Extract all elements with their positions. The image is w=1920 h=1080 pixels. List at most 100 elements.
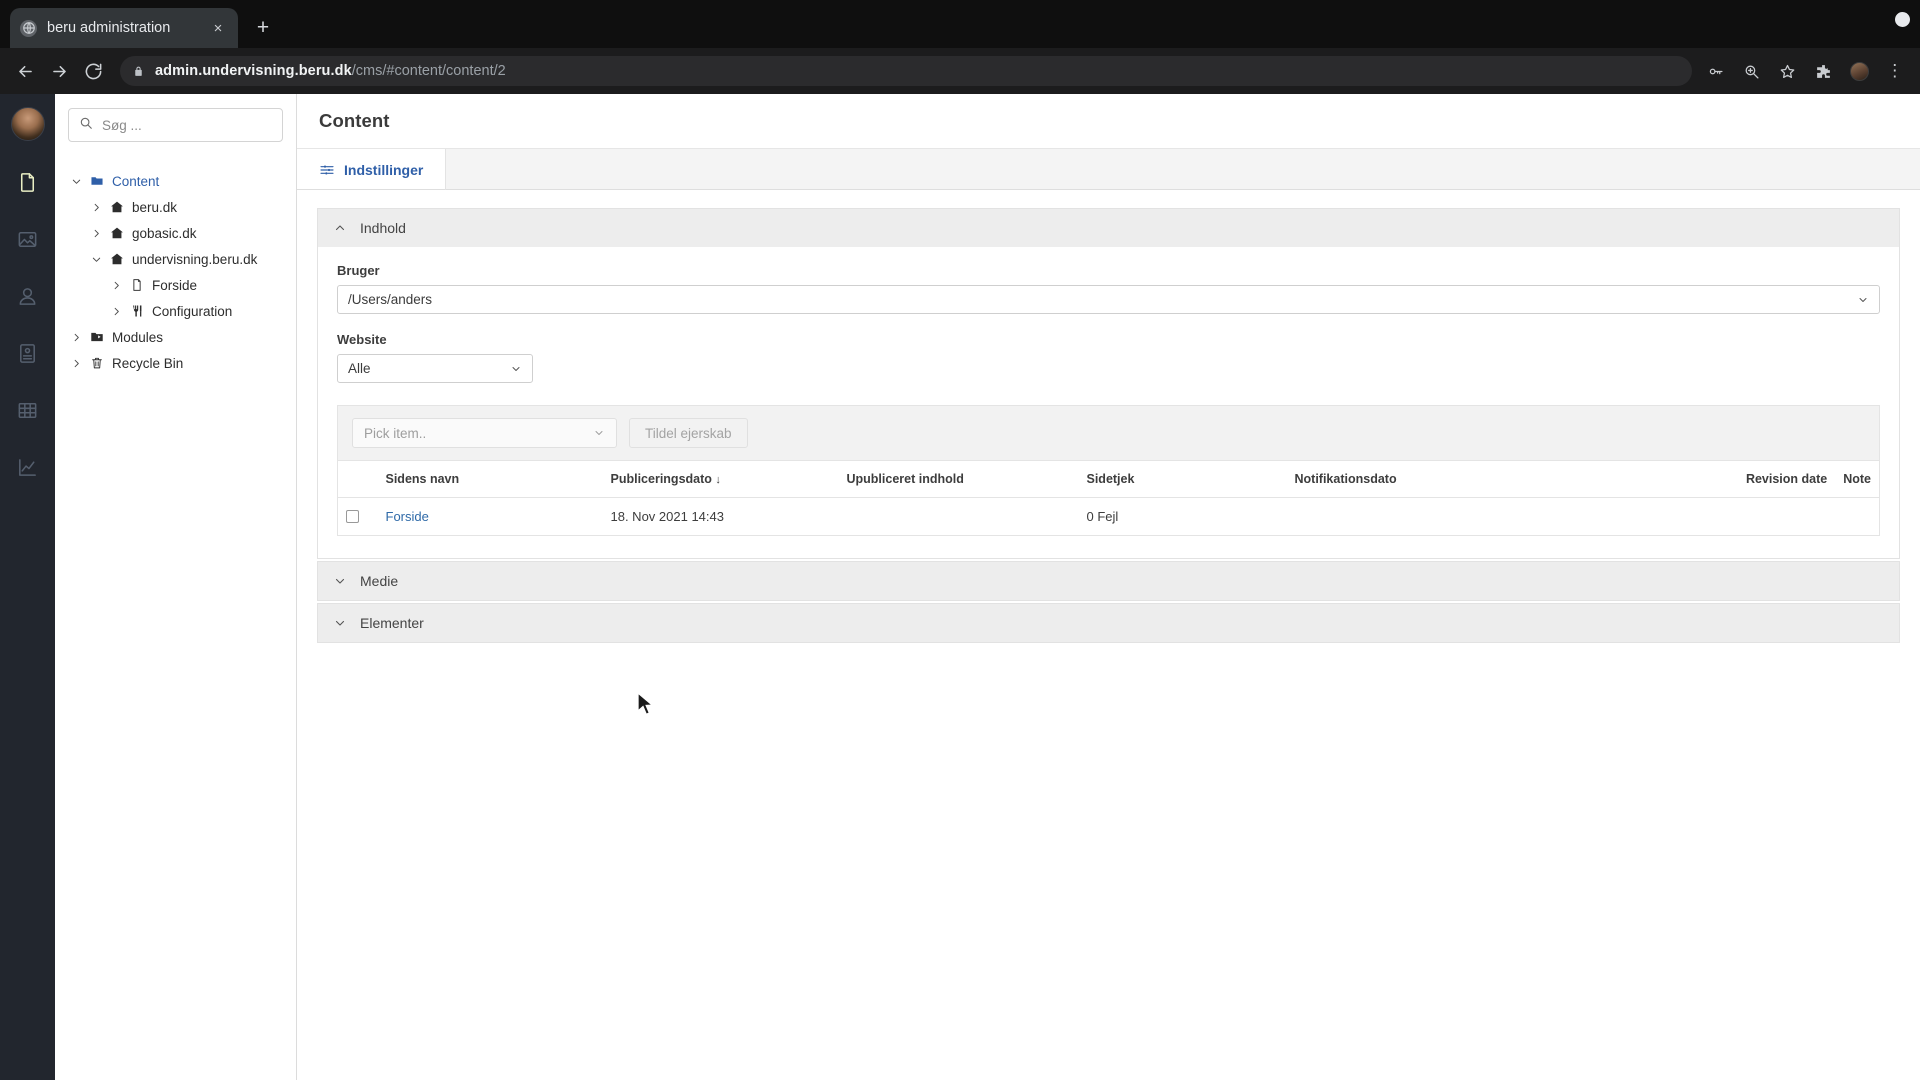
chevron-down-icon <box>593 427 605 439</box>
tab-indstillinger[interactable]: Indstillinger <box>297 149 447 190</box>
th-sidetjek[interactable]: Sidetjek <box>1078 461 1287 498</box>
lock-icon <box>132 65 145 78</box>
tree-item-label: gobasic.dk <box>132 225 197 241</box>
bruger-select[interactable]: /Users/anders <box>337 285 1880 314</box>
tree-item-gobasic-dk[interactable]: gobasic.dk <box>55 220 296 246</box>
tree-item-recycle-bin[interactable]: Recycle Bin <box>55 350 296 376</box>
main-area: Content Indstillinger Indhold Bruger /Us… <box>297 94 1920 1080</box>
page-title: Content <box>319 110 390 131</box>
rail-item-users[interactable] <box>0 268 55 325</box>
tab-bar: Indstillinger <box>297 149 1920 190</box>
profile-avatar[interactable] <box>1848 60 1870 82</box>
content-scroll-area: Indhold Bruger /Users/anders Website All… <box>297 190 1920 1080</box>
forward-icon[interactable] <box>44 56 74 86</box>
new-tab-button[interactable]: + <box>246 11 280 45</box>
cms-application: Content beru.dk gobasic.dk undervisning.ber… <box>0 94 1920 1080</box>
browser-tab[interactable]: beru administration × <box>10 8 238 48</box>
search-input[interactable] <box>102 117 272 133</box>
assign-ownership-bar: Pick item.. Tildel ejerskab <box>337 405 1880 461</box>
sort-desc-icon: ↓ <box>715 474 721 486</box>
tab-bar-filler <box>446 149 1920 189</box>
tree-item-label: Recycle Bin <box>112 355 184 371</box>
panel-medie-header[interactable]: Medie <box>318 562 1899 600</box>
tree-item-beru-dk[interactable]: beru.dk <box>55 194 296 220</box>
tree-item-undervisning-beru-dk[interactable]: undervisning.beru.dk <box>55 246 296 272</box>
reload-icon[interactable] <box>78 56 108 86</box>
chevron-down-icon <box>510 363 522 375</box>
table-grid-icon <box>18 403 37 418</box>
content-tree: Content beru.dk gobasic.dk undervisning.ber… <box>55 156 296 376</box>
rail-item-media[interactable] <box>0 211 55 268</box>
rail-item-members[interactable] <box>0 325 55 382</box>
cell-publiceringsdato: 18. Nov 2021 14:43 <box>610 509 724 524</box>
tree-item-label: undervisning.beru.dk <box>132 251 258 267</box>
panel-medie-title: Medie <box>360 573 399 589</box>
tree-item-label: Forside <box>152 277 198 293</box>
extensions-icon[interactable] <box>1812 60 1834 82</box>
rail-item-forms[interactable] <box>0 382 55 439</box>
panel-indhold-body: Bruger /Users/anders Website Alle Pick i… <box>318 247 1899 558</box>
panel-medie: Medie <box>317 561 1900 601</box>
bruger-value: /Users/anders <box>348 292 433 307</box>
chevron-right-icon[interactable] <box>106 306 126 317</box>
back-icon[interactable] <box>10 56 40 86</box>
th-upubliceret-indhold[interactable]: Upubliceret indhold <box>838 461 1079 498</box>
user-icon <box>19 288 36 305</box>
chevron-down-icon[interactable] <box>86 254 106 265</box>
bookmark-star-icon[interactable] <box>1776 60 1798 82</box>
rail-item-content[interactable] <box>0 154 55 211</box>
chevron-right-icon[interactable] <box>66 358 86 369</box>
search-box[interactable] <box>68 108 283 142</box>
th-note[interactable]: Note <box>1835 461 1880 498</box>
sliders-icon <box>320 165 334 174</box>
pick-item-select[interactable]: Pick item.. <box>352 418 617 448</box>
row-checkbox[interactable] <box>346 510 359 523</box>
tree-item-label: Modules <box>112 329 164 345</box>
window-close-dot[interactable] <box>1895 12 1910 27</box>
close-icon[interactable]: × <box>208 18 228 38</box>
tree-item-forside[interactable]: Forside <box>55 272 296 298</box>
tree-item-label: Configuration <box>152 303 233 319</box>
tree-item-configuration[interactable]: Configuration <box>55 298 296 324</box>
th-publiceringsdato[interactable]: Publiceringsdato ↓ <box>602 461 839 498</box>
zoom-icon[interactable] <box>1740 60 1762 82</box>
chevron-right-icon[interactable] <box>66 332 86 343</box>
content-table: Sidens navn Publiceringsdato ↓ Upublicer… <box>337 461 1880 536</box>
url-path: /cms/#content/content/2 <box>351 63 506 79</box>
website-value: Alle <box>348 361 371 376</box>
panel-indhold-header[interactable]: Indhold <box>318 209 1899 247</box>
row-checkbox-cell <box>338 498 378 536</box>
chevron-down-icon[interactable] <box>66 176 86 187</box>
menu-kebab-icon[interactable]: ⋮ <box>1884 60 1906 82</box>
chevron-right-icon[interactable] <box>86 202 106 213</box>
chevron-down-icon <box>334 575 346 587</box>
tab-label: Indstillinger <box>344 161 424 178</box>
content-link-forside[interactable]: Forside <box>386 509 429 524</box>
folder-icon <box>86 174 108 188</box>
chevron-right-icon[interactable] <box>106 280 126 291</box>
rail-item-analytics[interactable] <box>0 439 55 496</box>
settings-fork-icon <box>126 304 148 318</box>
panel-indhold: Indhold Bruger /Users/anders Website All… <box>317 208 1900 559</box>
cell-notifikationsdato <box>1287 498 1738 536</box>
document-icon <box>126 278 148 292</box>
website-select[interactable]: Alle <box>337 354 533 383</box>
assign-ownership-button[interactable]: Tildel ejerskab <box>629 418 748 448</box>
tree-item-content[interactable]: Content <box>55 168 296 194</box>
tree-item-modules[interactable]: Modules <box>55 324 296 350</box>
website-label: Website <box>337 332 387 347</box>
th-notifikationsdato[interactable]: Notifikationsdato <box>1286 461 1738 498</box>
rail-user-avatar[interactable] <box>10 94 45 154</box>
chevron-right-icon[interactable] <box>86 228 106 239</box>
cell-sidens-navn: Forside <box>378 498 603 536</box>
th-select <box>337 461 378 498</box>
panel-elementer-header[interactable]: Elementer <box>318 604 1899 642</box>
sidebar-search-wrapper <box>55 94 296 156</box>
th-sidens-navn[interactable]: Sidens navn <box>377 461 603 498</box>
modules-folder-icon <box>86 330 108 344</box>
cell-revision-date <box>1738 498 1835 536</box>
password-key-icon[interactable] <box>1704 60 1726 82</box>
th-revision-date[interactable]: Revision date <box>1737 461 1836 498</box>
globe-icon <box>20 19 37 37</box>
address-bar[interactable]: admin.undervisning.beru.dk/cms/#content/… <box>120 56 1692 86</box>
